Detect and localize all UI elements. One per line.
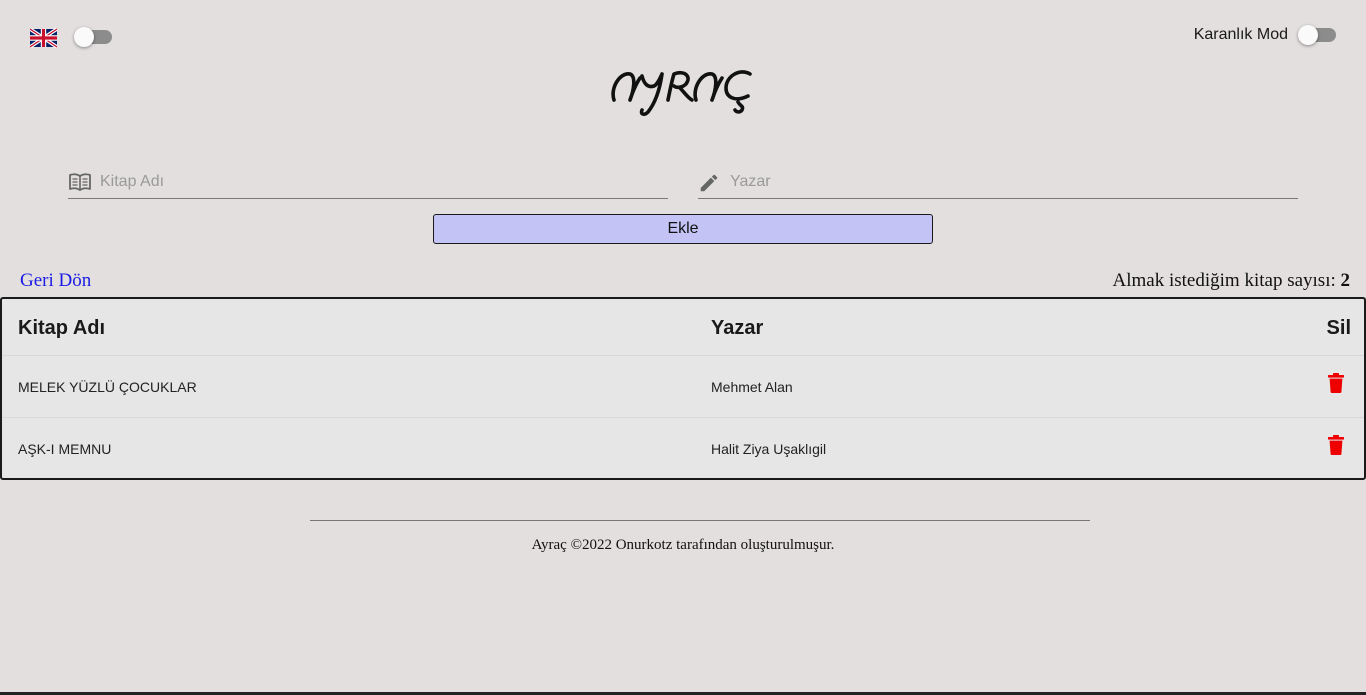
dark-mode-label: Karanlık Mod xyxy=(1193,26,1288,43)
add-button[interactable]: Ekle xyxy=(433,214,933,244)
table-row: MELEK YÜZLÜ ÇOCUKLAR Mehmet Alan xyxy=(2,356,1364,418)
row-author: Mehmet Alan xyxy=(711,379,793,395)
dark-mode-toggle[interactable] xyxy=(1298,23,1338,47)
table-header-row: Kitap Adı Yazar Sil xyxy=(2,299,1364,356)
back-link[interactable]: Geri Dön xyxy=(20,270,91,292)
footer-text: Ayraç ©2022 Onurkotz tarafından oluşturu… xyxy=(531,537,835,553)
book-count: Almak istediğim kitap sayısı: 2 xyxy=(1113,270,1350,292)
header-book-name: Kitap Adı xyxy=(18,317,106,339)
book-open-icon xyxy=(69,173,91,191)
header-delete: Sil xyxy=(1326,317,1351,339)
author-input[interactable] xyxy=(730,170,1290,194)
toggle-knob xyxy=(1298,25,1318,45)
book-count-value: 2 xyxy=(1340,270,1351,291)
book-name-field xyxy=(68,166,668,199)
ayrac-logo xyxy=(611,70,752,116)
row-author: Halit Ziya Uşaklıgil xyxy=(711,441,827,457)
footer-divider xyxy=(310,520,1090,521)
trash-icon[interactable] xyxy=(1328,435,1344,455)
book-name-input[interactable] xyxy=(100,170,660,194)
pencil-icon xyxy=(700,174,718,192)
row-book-name: MELEK YÜZLÜ ÇOCUKLAR xyxy=(18,379,197,395)
uk-flag-icon[interactable] xyxy=(30,28,57,48)
header-author: Yazar xyxy=(711,317,764,339)
book-count-label: Almak istediğim kitap sayısı: xyxy=(1112,270,1336,291)
language-toggle[interactable] xyxy=(74,25,114,49)
row-book-name: AŞK-I MEMNU xyxy=(18,441,112,457)
books-table: Kitap Adı Yazar Sil MELEK YÜZLÜ ÇOCUKLAR… xyxy=(0,297,1366,480)
author-field xyxy=(698,166,1298,199)
table-row: AŞK-I MEMNU Halit Ziya Uşaklıgil xyxy=(2,418,1364,479)
toggle-knob xyxy=(74,27,94,47)
trash-icon[interactable] xyxy=(1328,373,1344,393)
